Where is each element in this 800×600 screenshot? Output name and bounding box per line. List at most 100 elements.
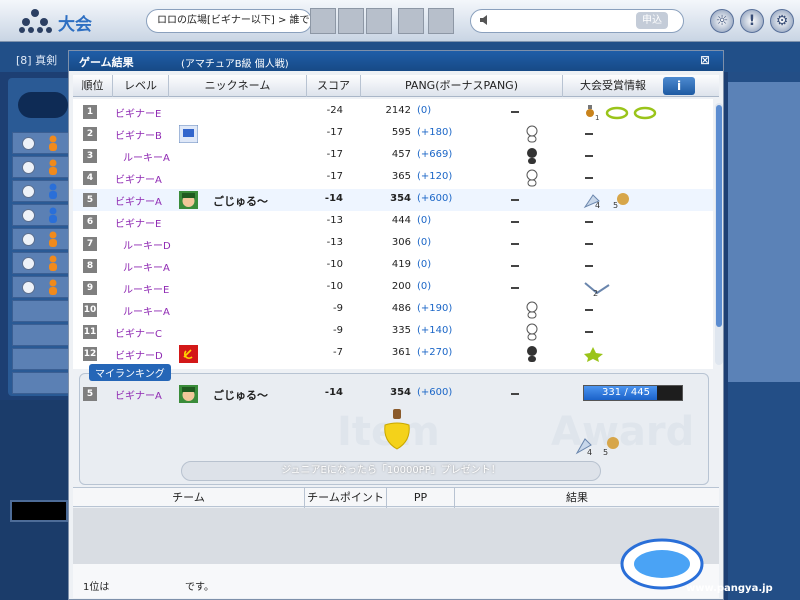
- pang-value: 365: [391, 171, 411, 182]
- col-score: スコア: [307, 75, 361, 97]
- level-label: ルーキーA: [123, 153, 170, 164]
- player-slot[interactable]: [12, 276, 70, 298]
- pang-value: 595: [391, 127, 411, 138]
- level-label: ルーキーA: [123, 263, 170, 274]
- status-icon: [22, 257, 35, 270]
- table-row[interactable]: 9 ルーキーE -10 200 (0) 2: [73, 277, 713, 299]
- bonus-pang: (0): [417, 237, 432, 248]
- player-slot-empty[interactable]: [12, 372, 70, 394]
- table-row[interactable]: 1 ビギナーE -24 2142 (0) 1: [73, 101, 713, 123]
- background-room-tab: [8] 真剣: [16, 54, 58, 67]
- dash-icon: [585, 221, 593, 223]
- table-row-self[interactable]: 5 ビギナーA ごじゅる〜 -14 354 (+600) 4 5: [73, 189, 713, 211]
- avatar: [179, 385, 198, 403]
- table-row[interactable]: 10 ルーキーA -9 486 (+190): [73, 299, 713, 321]
- pang-value: 354: [390, 387, 411, 398]
- background-input[interactable]: [10, 500, 68, 522]
- scrollbar-thumb[interactable]: [716, 105, 722, 327]
- player-slot[interactable]: [12, 132, 70, 154]
- pang-value: 419: [391, 259, 411, 270]
- tool-button-1[interactable]: [310, 8, 336, 34]
- tool-button-close[interactable]: [428, 8, 454, 34]
- score-value: -13: [326, 215, 343, 226]
- status-icon: [22, 185, 35, 198]
- exclamation-icon[interactable]: !: [740, 9, 764, 33]
- player-orange-icon: [49, 231, 57, 247]
- info-button[interactable]: i: [663, 77, 695, 95]
- result-list: 1 ビギナーE -24 2142 (0) 1 2 ビギナーB -17 595 (…: [73, 99, 713, 369]
- status-icon: [22, 137, 35, 150]
- avatar: [179, 345, 198, 363]
- club-award-icon: 2: [584, 282, 610, 297]
- present-message: ジュニアEになったら「10000PP」プレゼント！: [181, 461, 601, 481]
- tool-button-4[interactable]: [398, 8, 424, 34]
- dark-character-icon: [527, 346, 537, 362]
- table-row[interactable]: 3 ルーキーA -17 457 (+669): [73, 145, 713, 167]
- close-icon[interactable]: ⊠: [697, 53, 713, 68]
- white-character-icon: [526, 125, 538, 143]
- top-bar: 大会 ロロの広場[ビギナー以下] > 誰でもOK！1 申込 ☼ ! ⚙: [0, 0, 800, 42]
- award-count: 4: [587, 448, 592, 457]
- score-value: -17: [326, 127, 343, 138]
- dark-character-icon: [527, 148, 537, 164]
- col-result: 結果: [566, 491, 588, 504]
- score-value: -10: [326, 259, 343, 270]
- tournament-bracket-icon[interactable]: [18, 8, 52, 34]
- level-label: ビギナーA: [115, 391, 162, 402]
- player-slot[interactable]: [12, 228, 70, 250]
- status-icon: [22, 161, 35, 174]
- player-slot[interactable]: [12, 252, 70, 274]
- site-url[interactable]: www.pangya.jp: [686, 583, 773, 594]
- bonus-pang: (+140): [417, 325, 453, 336]
- table-row[interactable]: 12 ビギナーD -7 361 (+270): [73, 343, 713, 365]
- player-orange-icon: [49, 135, 57, 151]
- room-name-box: ロロの広場[ビギナー以下] > 誰でもOK！1: [146, 9, 312, 33]
- pang-value: 457: [391, 149, 411, 160]
- table-row[interactable]: 7 ルーキーD -13 306 (0): [73, 233, 713, 255]
- col-nickname: ニックネーム: [169, 75, 307, 97]
- background-right-panel: [728, 72, 800, 600]
- col-tourney-award: 大会受賞情報: [580, 79, 646, 92]
- result-list-scrollbar[interactable]: [715, 103, 723, 365]
- table-row[interactable]: 8 ルーキーA -10 419 (0): [73, 255, 713, 277]
- player-slot[interactable]: [12, 204, 70, 226]
- dash-icon: [585, 155, 593, 157]
- pang-value: 335: [391, 325, 411, 336]
- dash-icon: [585, 133, 593, 135]
- rank-badge: 1: [83, 105, 97, 119]
- status-icon: [22, 281, 35, 294]
- player-orange-icon: [49, 279, 57, 295]
- bonus-pang: (0): [417, 105, 432, 116]
- score-value: -17: [326, 149, 343, 160]
- level-label: ルーキーD: [123, 241, 171, 252]
- rank-badge: 10: [83, 303, 97, 317]
- table-row[interactable]: 11 ビギナーC -9 335 (+140): [73, 321, 713, 343]
- level-label: ビギナーB: [115, 131, 162, 142]
- table-row[interactable]: 2 ビギナーB -17 595 (+180): [73, 123, 713, 145]
- gear-icon[interactable]: ⚙: [770, 9, 794, 33]
- app-title: 大会: [58, 15, 92, 35]
- player-slot[interactable]: [12, 180, 70, 202]
- table-row[interactable]: 4 ビギナーA -17 365 (+120): [73, 167, 713, 189]
- player-slot-empty[interactable]: [12, 348, 70, 370]
- score-value: -24: [326, 105, 343, 116]
- status-icon: [22, 233, 35, 246]
- player-slot-empty[interactable]: [12, 324, 70, 346]
- dash-icon: [511, 393, 519, 395]
- rank-badge: 3: [83, 149, 97, 163]
- medal-rings-award-icon: 1: [586, 105, 657, 121]
- background-right-block: [728, 82, 800, 382]
- level-label: ビギナーC: [115, 329, 162, 340]
- dash-icon: [511, 199, 519, 201]
- table-row[interactable]: 6 ビギナーE -13 444 (0): [73, 211, 713, 233]
- player-orange-icon: [49, 255, 57, 271]
- tool-button-3[interactable]: [366, 8, 392, 34]
- apply-button[interactable]: 申込: [636, 12, 668, 29]
- player-slot-empty[interactable]: [12, 300, 70, 322]
- globe-settings-icon[interactable]: ☼: [710, 9, 734, 33]
- tool-button-2[interactable]: [338, 8, 364, 34]
- footer-first-place: 1位は: [83, 582, 110, 593]
- rank-badge: 7: [83, 237, 97, 251]
- dialog-titlebar: ゲーム結果 (アマチュアB級 個人戦) ⊠: [69, 51, 723, 71]
- player-slot[interactable]: [12, 156, 70, 178]
